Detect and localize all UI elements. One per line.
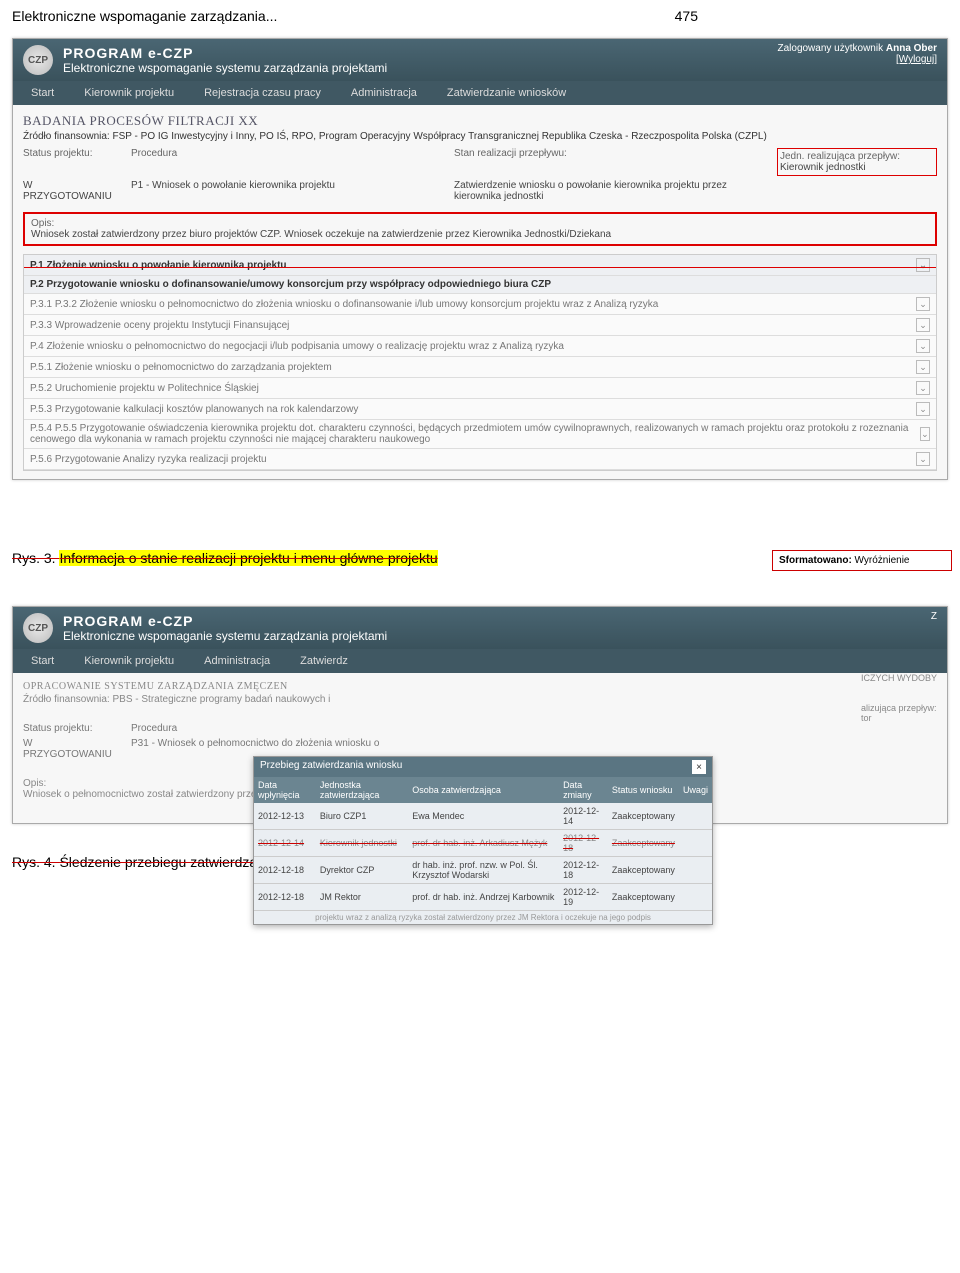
project-title: OPRACOWANIE SYSTEMU ZARZĄDZANIA ZMĘCZEN — [23, 681, 937, 692]
header-left: Elektroniczne wspomaganie zarządzania... — [12, 8, 277, 24]
program-name: PROGRAM e-CZP — [63, 613, 387, 629]
col-date-in: Data wpłynięcia — [254, 777, 316, 803]
user-info: Zalogowany użytkownik Anna Ober [Wyloguj… — [777, 43, 937, 65]
caption-prefix: Rys. 3. — [12, 550, 59, 566]
col-notes: Uwagi — [679, 777, 712, 803]
nav-kierownik[interactable]: Kierownik projektu — [74, 649, 194, 673]
modal-header: Przebieg zatwierdzania wniosku × — [254, 757, 712, 777]
program-subtitle: Elektroniczne wspomaganie systemu zarząd… — [63, 61, 387, 75]
nav-start[interactable]: Start — [21, 81, 74, 105]
table-row: 2012-12-18JM Rektorprof. dr hab. inż. An… — [254, 884, 712, 911]
user-info-partial: Z — [931, 611, 937, 622]
procedure-row[interactable]: P.1 Złożenie wniosku o powołanie kierown… — [24, 255, 936, 276]
caption-text: Informacja o stanie realizacji projektu … — [59, 550, 437, 566]
col-person: Osoba zatwierdzająca — [408, 777, 559, 803]
col-date-change: Data zmiany — [559, 777, 608, 803]
procedure-row[interactable]: P.5.3 Przygotowanie kalkulacji kosztów p… — [24, 399, 936, 420]
chevron-down-icon[interactable]: ⌄ — [916, 318, 930, 332]
app-window-1: CZP PROGRAM e-CZP Elektroniczne wspomaga… — [12, 38, 948, 480]
funding-source: Źródło finansownia: PBS - Strategiczne p… — [23, 694, 937, 705]
chevron-down-icon[interactable]: ⌄ — [916, 381, 930, 395]
procedure-list: P.1 Złożenie wniosku o powołanie kierown… — [23, 254, 937, 471]
revision-comment: Sformatowano: Wyróżnienie — [772, 550, 952, 571]
partial-right-text: ICZYCH WYDOBY alizująca przepływ: tor — [861, 673, 937, 723]
unit-label: Jedn. realizująca przepływ: — [780, 151, 934, 162]
procedure-row[interactable]: P.5.6 Przygotowanie Analizy ryzyka reali… — [24, 449, 936, 470]
status-grid: Status projektu: Procedura W PRZYGOTOWAN… — [23, 723, 937, 760]
nav-administracja[interactable]: Administracja — [194, 649, 290, 673]
content-area: BADANIA PROCESÓW FILTRACJI XX Źródło fin… — [13, 105, 947, 479]
status-value: W PRZYGOTOWANIU — [23, 738, 123, 760]
unit-box: Jedn. realizująca przepływ: Kierownik je… — [777, 148, 937, 176]
procedure-label: Procedura — [131, 723, 937, 734]
chevron-down-icon[interactable]: ⌄ — [916, 360, 930, 374]
chevron-down-icon[interactable]: ⌄ — [916, 297, 930, 311]
program-name: PROGRAM e-CZP — [63, 45, 387, 61]
table-row: 2012-12-14Kierownik jednostkiprof. dr ha… — [254, 830, 712, 857]
status-value: W PRZYGOTOWANIU — [23, 180, 123, 202]
user-label: Zalogowany użytkownik — [777, 43, 883, 54]
nav-rejestracja[interactable]: Rejestracja czasu pracy — [194, 81, 341, 105]
approval-table: Data wpłynięcia Jednostka zatwierdzająca… — [254, 777, 712, 911]
procedure-row[interactable]: P.3.3 Wprowadzenie oceny projektu Instyt… — [24, 315, 936, 336]
project-title: BADANIA PROCESÓW FILTRACJI XX — [23, 113, 937, 129]
status-label: Status projektu: — [23, 723, 123, 734]
chevron-down-icon[interactable]: ⌄ — [916, 452, 930, 466]
page-number: 475 — [675, 8, 698, 24]
procedure-row[interactable]: P.5.2 Uruchomienie projektu w Politechni… — [24, 378, 936, 399]
procedure-row[interactable]: P.5.4 P.5.5 Przygotowanie oświadczenia k… — [24, 420, 936, 449]
app-window-2: CZP PROGRAM e-CZP Elektroniczne wspomaga… — [12, 606, 948, 824]
logo-icon: CZP — [23, 613, 53, 643]
procedure-label: Procedura — [131, 148, 446, 176]
table-row: 2012-12-18Dyrektor CZPdr hab. inż. prof.… — [254, 857, 712, 884]
app-banner: CZP PROGRAM e-CZP Elektroniczne wspomaga… — [13, 607, 947, 649]
modal-title: Przebieg zatwierdzania wniosku — [260, 760, 402, 774]
caption-prefix: Rys. 4. — [12, 854, 59, 870]
nav-bar: Start Kierownik projektu Rejestracja cza… — [13, 81, 947, 105]
nav-bar: Start Kierownik projektu Administracja Z… — [13, 649, 947, 673]
content-area: OPRACOWANIE SYSTEMU ZARZĄDZANIA ZMĘCZEN … — [13, 673, 947, 823]
document-header: Elektroniczne wspomaganie zarządzania...… — [0, 0, 960, 32]
flow-state-label: Stan realizacji przepływu: — [454, 148, 769, 176]
col-status: Status wniosku — [608, 777, 679, 803]
procedure-value: P1 - Wniosek o powołanie kierownika proj… — [131, 180, 446, 202]
nav-zatwierdz[interactable]: Zatwierdz — [290, 649, 368, 673]
procedure-row[interactable]: P.2 Przygotowanie wniosku o dofinansowan… — [24, 276, 936, 294]
procedure-row[interactable]: P.3.1 P.3.2 Złożenie wniosku o pełnomocn… — [24, 294, 936, 315]
comment-text: Wyróżnienie — [852, 555, 910, 566]
chevron-down-icon[interactable]: ⌄ — [916, 339, 930, 353]
program-subtitle: Elektroniczne wspomaganie systemu zarząd… — [63, 629, 387, 643]
description-block: Opis: Wniosek został zatwierdzony przez … — [23, 212, 937, 246]
flow-state-value: Zatwierdzenie wniosku o powołanie kierow… — [454, 180, 769, 202]
nav-start[interactable]: Start — [21, 649, 74, 673]
col-unit: Jednostka zatwierdzająca — [316, 777, 408, 803]
chevron-down-icon[interactable]: ⌄ — [920, 427, 930, 441]
app-banner: CZP PROGRAM e-CZP Elektroniczne wspomaga… — [13, 39, 947, 81]
nav-kierownik[interactable]: Kierownik projektu — [74, 81, 194, 105]
funding-source: Źródło finansownia: FSP - PO IG Inwestyc… — [23, 131, 937, 142]
modal-footer-text: projektu wraz z analizą ryzyka został za… — [254, 911, 712, 924]
description-label: Opis: — [31, 218, 929, 229]
table-row: 2012-12-13Biuro CZP1Ewa Mendec2012-12-14… — [254, 803, 712, 830]
user-name: Anna Ober — [886, 43, 937, 54]
nav-administracja[interactable]: Administracja — [341, 81, 437, 105]
revision-strike-line — [24, 267, 936, 268]
close-icon[interactable]: × — [692, 760, 706, 774]
procedure-row[interactable]: P.4 Złożenie wniosku o pełnomocnictwo do… — [24, 336, 936, 357]
status-grid: Status projektu: Procedura Stan realizac… — [23, 148, 937, 202]
logo-icon: CZP — [23, 45, 53, 75]
comment-label: Sformatowano: — [779, 555, 852, 566]
chevron-down-icon[interactable]: ⌄ — [916, 402, 930, 416]
description-text: Wniosek został zatwierdzony przez biuro … — [31, 229, 929, 240]
chevron-down-icon[interactable]: ⌄ — [916, 258, 930, 272]
status-label: Status projektu: — [23, 148, 123, 176]
logout-link[interactable]: [Wyloguj] — [896, 54, 937, 65]
nav-zatwierdzanie[interactable]: Zatwierdzanie wniosków — [437, 81, 586, 105]
procedure-row[interactable]: P.5.1 Złożenie wniosku o pełnomocnictwo … — [24, 357, 936, 378]
unit-value: Kierownik jednostki — [780, 162, 934, 173]
